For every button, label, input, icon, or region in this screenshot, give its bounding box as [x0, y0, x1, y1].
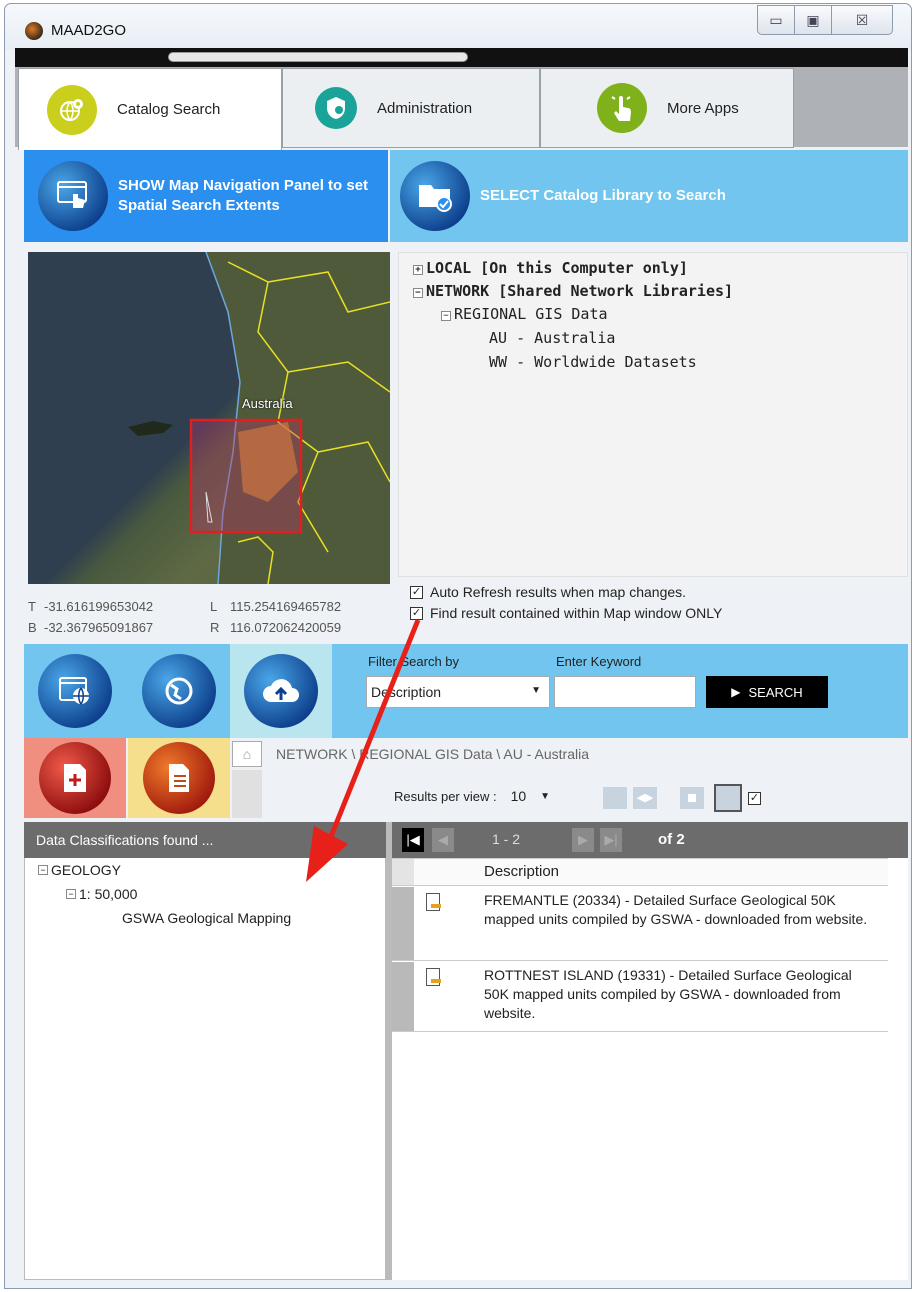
select-catalog-library-button[interactable]: SELECT Catalog Library to Search	[390, 150, 908, 242]
document-icon	[426, 968, 441, 986]
tab-label: Catalog Search	[117, 101, 221, 118]
map-view[interactable]: Australia	[28, 252, 390, 584]
next-page-button[interactable]: ▶	[572, 828, 594, 852]
annotation-arrow	[306, 619, 421, 882]
report-button[interactable]	[128, 738, 230, 818]
tree-node-ww[interactable]: WW - Worldwide Datasets	[489, 353, 697, 371]
add-record-button[interactable]	[24, 738, 126, 818]
folder-check-icon	[400, 161, 470, 231]
close-button[interactable]: ☒	[831, 5, 893, 35]
results-grid-header: Description	[392, 858, 888, 886]
left-label: L	[210, 599, 218, 614]
map-navigation-label: SHOW Map Navigation Panel to set Spatial…	[118, 177, 369, 214]
folder-nav-icon[interactable]: ⌂	[232, 741, 262, 767]
search-button[interactable]: ▶ SEARCH	[706, 676, 828, 708]
tree-node-au[interactable]: AU - Australia	[489, 329, 615, 347]
results-pager: |◀ ◀ 1 - 2 ▶ ▶| of 2	[392, 822, 908, 858]
collapse-icon[interactable]: −	[66, 889, 76, 899]
page-range: 1 - 2	[492, 831, 521, 847]
tree-node-scale[interactable]: −1: 50,000	[66, 886, 137, 902]
tree-node-regional[interactable]: − REGIONAL GIS Data	[441, 305, 608, 323]
result-description: ROTTNEST ISLAND (19331) - Detailed Surfa…	[484, 967, 852, 1021]
tab-catalog-search[interactable]: Catalog Search	[18, 68, 282, 150]
description-column-header[interactable]: Description	[484, 863, 559, 880]
window-title: MAAD2GO	[51, 22, 127, 39]
touch-icon	[597, 83, 647, 133]
minimize-icon: ▭	[769, 11, 783, 28]
tab-label: More Apps	[667, 99, 739, 117]
map-region-label: Australia	[242, 396, 293, 411]
play-arrow-icon: ▶	[731, 685, 741, 699]
globe-pin-icon	[47, 84, 97, 135]
results-dropdown-icon[interactable]: ▼	[540, 791, 550, 802]
auto-refresh-option[interactable]: ✓ Auto Refresh results when map changes.	[410, 584, 686, 600]
maximize-icon: ▣	[806, 11, 820, 28]
title-bar[interactable]: MAAD2GO ▭ ▣ ☒	[5, 4, 911, 50]
tree-node-local[interactable]: + LOCAL [On this Computer only]	[413, 259, 688, 277]
map-canvas	[128, 252, 390, 584]
page-count: of 2	[658, 831, 685, 848]
auto-select-checkbox[interactable]: ✓	[748, 792, 761, 805]
stop-icon[interactable]	[680, 787, 704, 809]
minimize-button[interactable]: ▭	[757, 5, 795, 35]
tab-more-apps[interactable]: More Apps	[540, 68, 794, 148]
refresh-globe-button[interactable]	[128, 644, 230, 738]
web-map-icon	[38, 654, 112, 728]
top-value: -31.616199653042	[44, 599, 154, 614]
tree-node-geology[interactable]: − GEOLOGY	[38, 862, 121, 878]
auto-refresh-checkbox[interactable]: ✓	[410, 585, 423, 599]
contained-option[interactable]: ✓ Find result contained within Map window…	[410, 605, 722, 621]
last-page-button[interactable]: ▶|	[600, 828, 622, 852]
dropdown-arrow-icon: ▼	[531, 685, 541, 696]
step-icon[interactable]: ◀▶	[633, 787, 657, 809]
catalog-library-tree: + LOCAL [On this Computer only] − NETWORK …	[398, 252, 908, 577]
clear-list-icon[interactable]	[603, 787, 627, 809]
top-label: T	[28, 599, 36, 614]
catalog-library-label: SELECT Catalog Library to Search	[480, 187, 726, 204]
maximize-button[interactable]: ▣	[794, 5, 832, 35]
collapse-icon[interactable]: −	[38, 865, 48, 875]
collapse-icon[interactable]: −	[413, 288, 423, 298]
spacer-panel	[232, 770, 262, 818]
clear-selection-icon[interactable]	[714, 784, 742, 812]
collapse-icon[interactable]: −	[441, 311, 451, 321]
map-navigation-icon	[38, 161, 108, 231]
document-list-icon	[143, 742, 215, 814]
shield-icon	[315, 87, 357, 129]
table-row[interactable]: ROTTNEST ISLAND (19331) - Detailed Surfa…	[392, 962, 888, 1032]
right-label: R	[210, 620, 220, 635]
tree-node-gswa[interactable]: GSWA Geological Mapping	[122, 910, 291, 926]
horizontal-scrollbar-thumb[interactable]	[168, 52, 468, 62]
table-row[interactable]: FREMANTLE (20334) - Detailed Surface Geo…	[392, 887, 888, 961]
tree-node-network[interactable]: − NETWORK [Shared Network Libraries]	[413, 282, 733, 300]
show-map-navigation-button[interactable]: SHOW Map Navigation Panel to set Spatial…	[24, 150, 388, 242]
keyword-input[interactable]	[554, 676, 696, 708]
results-per-view-value[interactable]: 10	[511, 788, 527, 804]
add-document-icon	[39, 742, 111, 814]
result-description: FREMANTLE (20334) - Detailed Surface Geo…	[484, 892, 868, 927]
open-web-map-button[interactable]	[24, 644, 126, 738]
tab-label: Administration	[377, 99, 473, 117]
bottom-value: -32.367965091867	[44, 620, 154, 635]
keyword-label: Enter Keyword	[556, 654, 642, 669]
bottom-label: B	[28, 620, 37, 635]
document-icon	[426, 893, 441, 911]
globe-refresh-icon	[142, 654, 216, 728]
row-selector[interactable]	[392, 962, 414, 1031]
app-logo-icon	[25, 22, 43, 40]
row-selector[interactable]	[392, 887, 414, 960]
tab-administration[interactable]: Administration	[282, 68, 540, 148]
close-icon: ☒	[855, 11, 869, 28]
expand-icon[interactable]: +	[413, 265, 423, 275]
